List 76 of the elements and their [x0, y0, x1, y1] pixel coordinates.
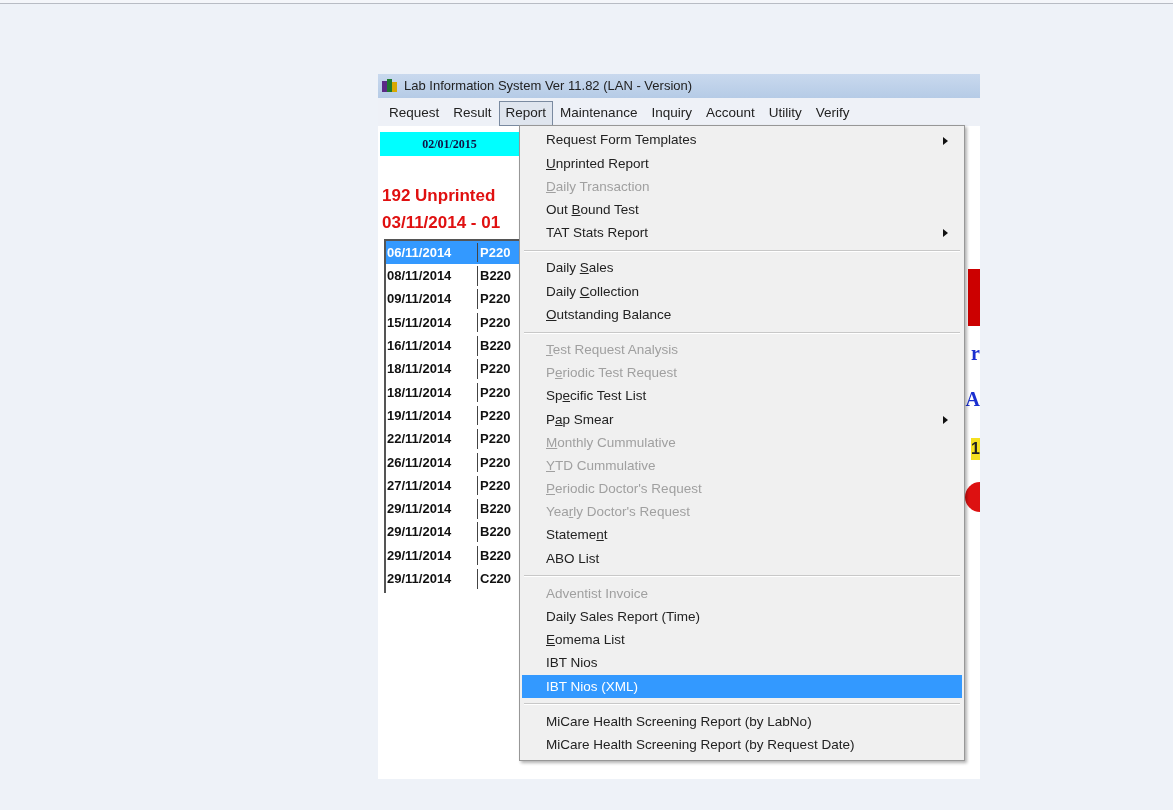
menu-bar-item[interactable]: Utility [761, 101, 809, 126]
menu-item[interactable]: Specific Test List [522, 384, 962, 409]
unprinted-heading: 192 Unprinted [382, 185, 497, 207]
date-cell: 29/11/2014 [386, 522, 478, 542]
menu-item[interactable]: Daily Sales [522, 256, 962, 281]
menu-bar-item[interactable]: Report [498, 101, 554, 126]
menu-item[interactable]: ABO List [522, 547, 962, 571]
menu-bar-item[interactable]: Account [698, 101, 762, 126]
menu-item[interactable]: Daily Sales Report (Time) [522, 605, 962, 629]
menu-item[interactable]: TAT Stats Report [522, 221, 962, 245]
list-row[interactable]: 27/11/2014 P220 [386, 473, 519, 498]
menu-bar-item[interactable]: Request [382, 101, 447, 126]
menu-item[interactable]: MiCare Health Screening Report (by Request Date) [522, 733, 962, 757]
list-row[interactable]: 22/11/2014 P220 [386, 427, 519, 451]
list-row[interactable]: 26/11/2014 P220 [386, 450, 519, 474]
list-row[interactable]: 29/11/2014 B220 [386, 520, 519, 544]
menu-item[interactable]: Pap Smear [522, 408, 962, 432]
menu-item[interactable]: Outstanding Balance [522, 303, 962, 327]
code-cell-text: B220 [479, 500, 512, 519]
menu-item[interactable]: Unprinted Report [522, 152, 962, 176]
list-row[interactable]: 08/11/2014 B220 [386, 264, 519, 288]
list-row[interactable]: 16/11/2014 B220 [386, 334, 519, 358]
menu-item[interactable]: IBT Nios [522, 651, 962, 676]
list-row[interactable]: 09/11/2014 P220 [386, 287, 519, 311]
code-cell-text: B220 [479, 523, 512, 542]
code-cell-text: P220 [479, 360, 511, 379]
list-row[interactable]: 18/11/2014 P220 [386, 380, 519, 405]
date-cell: 18/11/2014 [386, 382, 478, 403]
heading-fragment: A [965, 387, 980, 412]
date-cell: 29/11/2014 [386, 545, 478, 566]
menu-item[interactable]: Eomema List [522, 628, 962, 652]
date-range: 03/11/2014 - 01 [382, 211, 502, 234]
code-cell-text: P220 [479, 453, 511, 472]
date-box: 02/01/2015 [380, 132, 519, 156]
code-cell-text: P220 [479, 383, 511, 402]
code-cell-text: C220 [479, 570, 512, 589]
date-cell: 26/11/2014 [386, 452, 478, 473]
menu-bar-item[interactable]: Verify [808, 101, 857, 126]
date-cell: 18/11/2014 [386, 359, 478, 379]
menu-item[interactable]: Out Bound Test [522, 198, 962, 222]
date-cell: 16/11/2014 [386, 336, 478, 356]
code-cell-text: P220 [479, 243, 511, 262]
heading-fragment: r [971, 341, 980, 366]
app-icon [382, 79, 398, 93]
date-cell: 08/11/2014 [386, 266, 478, 286]
date-cell: 06/11/2014 [386, 242, 478, 263]
code-cell-text: B220 [479, 337, 512, 356]
date-cell: 22/11/2014 [386, 429, 478, 449]
list-row[interactable]: 29/11/2014 B220 [386, 497, 519, 521]
menu-item[interactable]: Statement [522, 524, 962, 548]
code-cell-text: P220 [479, 430, 511, 449]
code-cell-text: P220 [479, 476, 511, 495]
date-cell: 09/11/2014 [386, 289, 478, 309]
code-cell-text: B220 [479, 546, 512, 565]
list-row[interactable]: 29/11/2014 C220 [386, 567, 519, 591]
menu-item[interactable]: Request Form Templates [522, 129, 962, 153]
date-cell: 15/11/2014 [386, 312, 478, 333]
list-row[interactable]: 18/11/2014 P220 [386, 357, 519, 381]
date-cell: 29/11/2014 [386, 499, 478, 519]
menu-bar-item[interactable]: Inquiry [644, 101, 699, 126]
menu-bar-item[interactable]: Maintenance [553, 101, 645, 126]
date-cell: 29/11/2014 [386, 569, 478, 589]
code-cell-text: P220 [479, 406, 511, 425]
menu-item[interactable]: Daily Collection [522, 280, 962, 304]
menu-item[interactable]: MiCare Health Screening Report (by LabNo) [522, 710, 962, 734]
date-cell: 19/11/2014 [386, 405, 478, 426]
list-row[interactable]: 29/11/2014 B220 [386, 543, 519, 568]
window-title: Lab Information System Ver 11.82 (LAN - Version) [404, 77, 693, 96]
count-badge: 1 [971, 438, 980, 460]
date-cell: 27/11/2014 [386, 475, 478, 496]
menu-bar-item[interactable]: Result [446, 101, 499, 126]
list-row[interactable]: 15/11/2014 P220 [386, 310, 519, 335]
code-cell-text: P220 [479, 290, 511, 309]
code-cell-text: B220 [479, 267, 512, 286]
code-cell-text: P220 [479, 313, 511, 332]
list-row[interactable]: 19/11/2014 P220 [386, 404, 519, 428]
